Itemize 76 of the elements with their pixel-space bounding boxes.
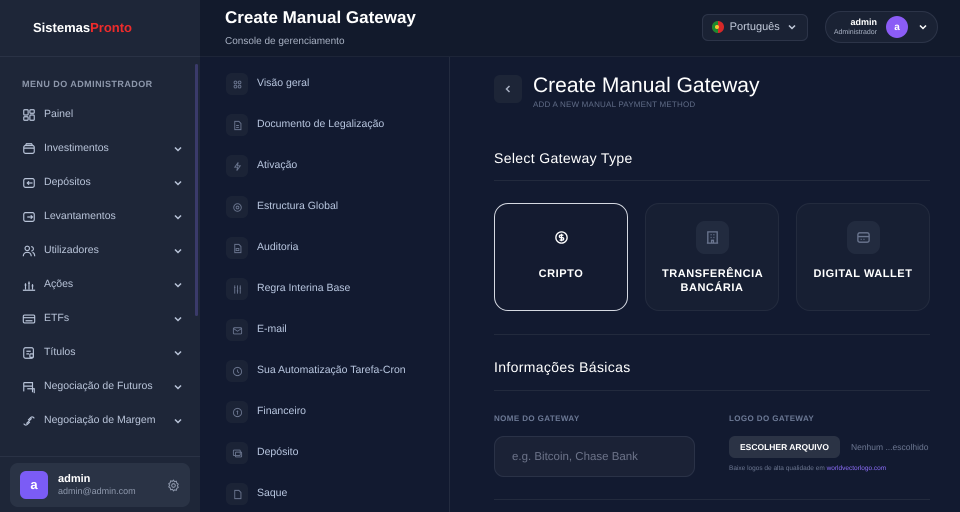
language-selector[interactable]: Português	[702, 14, 808, 40]
cards-icon	[226, 442, 248, 464]
user-avatar: a	[20, 471, 48, 499]
sidebar-item-label: Painel	[44, 106, 74, 122]
sidebar-item[interactable]: Negociação de Futuros	[22, 378, 184, 396]
page-header-subtitle: Console de gerenciamento	[225, 34, 346, 49]
choose-file-button[interactable]: ESCOLHER ARQUIVO	[729, 436, 840, 458]
settings-menu-item[interactable]: Documento de Legalização	[226, 114, 449, 136]
document-icon	[226, 483, 248, 505]
user-name: admin	[58, 472, 92, 486]
settings-menu-item[interactable]: Sua Automatização Tarefa-Cron	[226, 360, 449, 382]
sidebar-item-label: Levantamentos	[44, 208, 117, 224]
users-icon	[22, 244, 36, 258]
field-label: LOGO DO GATEWAY	[729, 413, 816, 426]
sidebar-item-label: Depósitos	[44, 174, 92, 190]
document-icon	[22, 346, 36, 360]
user-email: admin@admin.com	[58, 486, 137, 498]
sidebar-item[interactable]: Ações	[22, 276, 184, 294]
lightning-icon	[226, 155, 248, 177]
mail-icon	[226, 319, 248, 341]
grid-icon	[226, 73, 248, 95]
main-title: Create Manual Gateway	[533, 73, 760, 99]
wallet-icon	[846, 221, 880, 254]
document-icon	[226, 114, 248, 136]
sidebar-item[interactable]: ETFs	[22, 310, 184, 328]
flag-icon	[712, 21, 724, 33]
withdraw-icon	[22, 210, 36, 224]
sidebar-item[interactable]: Investimentos	[22, 140, 184, 158]
header-user-name: admin	[850, 18, 877, 27]
main-subtitle: ADD A NEW MANUAL PAYMENT METHOD	[533, 99, 696, 112]
sidebar-item-label: Negociação de Margem	[44, 412, 156, 428]
card-icon	[22, 312, 36, 326]
building-icon	[696, 221, 728, 254]
settings-menu-item[interactable]: Regra Interina Base	[226, 278, 449, 300]
settings-menu-item[interactable]: Visão geral	[226, 73, 449, 95]
coin-icon	[226, 401, 248, 423]
gateway-type-card[interactable]: TRANSFERÊNCIA BANCÁRIA	[645, 203, 779, 312]
sidebar-item[interactable]: Títulos	[22, 344, 184, 362]
section-title: Select Gateway Type	[494, 148, 930, 182]
sidebar-item[interactable]: Utilizadores	[22, 242, 184, 260]
file-status: Nenhum ...escolhido	[850, 440, 928, 454]
sidebar-item-label: ETFs	[44, 310, 70, 326]
wallet-icon	[22, 142, 36, 156]
settings-menu-item[interactable]: Auditoria	[226, 237, 449, 259]
clock-icon	[226, 360, 248, 382]
deposit-icon	[22, 176, 36, 190]
settings-icon	[226, 196, 248, 218]
document-icon	[226, 237, 248, 259]
settings-menu-item[interactable]: Ativação	[226, 155, 449, 177]
settings-menu-item[interactable]: Saque	[226, 483, 449, 505]
sidebar-item-label: Negociação de Futuros	[44, 378, 154, 394]
sidebar-item-label: Ações	[44, 276, 74, 292]
brand-logo[interactable]: SistemasPronto	[33, 18, 132, 38]
gateway-type-card[interactable]: DIGITAL WALLET	[796, 203, 930, 312]
page-header-title: Create Manual Gateway	[225, 7, 417, 29]
header-avatar: a	[886, 16, 908, 38]
sidebar-item-label: Títulos	[44, 344, 77, 360]
menu-heading: MENU DO ADMINISTRADOR	[22, 78, 154, 91]
settings-menu-item[interactable]: Financeiro	[226, 401, 449, 423]
sidebar-item[interactable]: Depósitos	[22, 174, 184, 192]
sidebar-item-label: Investimentos	[44, 140, 110, 156]
sidebar-item[interactable]: Painel	[22, 106, 184, 124]
settings-icon[interactable]	[167, 478, 180, 492]
sliders-icon	[226, 278, 248, 300]
dashboard-icon	[22, 108, 36, 122]
gateway-name-input[interactable]: e.g. Bitcoin, Chase Bank	[494, 436, 695, 478]
sidebar-item[interactable]: Negociação de Margem	[22, 412, 184, 430]
section-title: Informações Básicas	[494, 357, 930, 392]
sidebar-item[interactable]: Levantamentos	[22, 208, 184, 226]
settings-menu-item[interactable]: Depósito	[226, 442, 449, 464]
sidebar-item-label: Utilizadores	[44, 242, 100, 258]
gateway-type-card[interactable]: CRIPTO	[494, 203, 628, 312]
field-label: NOME DO GATEWAY	[494, 413, 581, 426]
settings-menu-item[interactable]: E-mail	[226, 319, 449, 341]
settings-menu-item[interactable]: Estructura Global	[226, 196, 449, 218]
user-card[interactable]: a admin admin@admin.com	[10, 463, 190, 507]
